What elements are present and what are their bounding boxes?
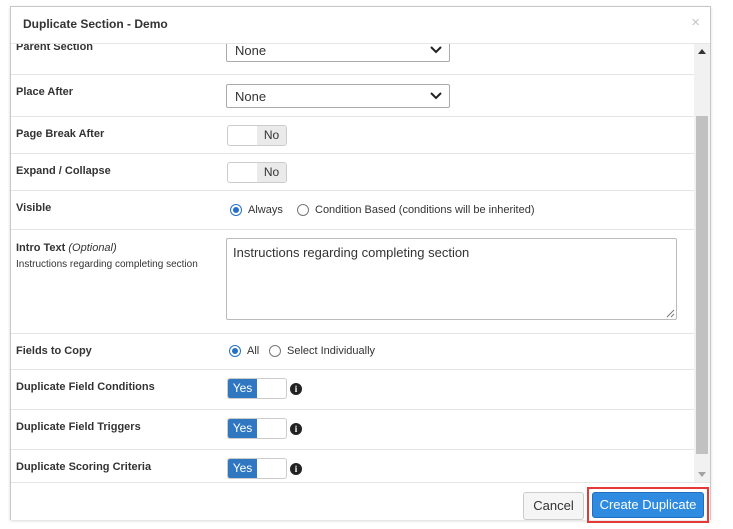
- parent-section-value: None: [235, 44, 267, 58]
- visible-label: Visible: [16, 202, 52, 214]
- toggle-state-label: Yes: [228, 419, 257, 438]
- dialog-body[interactable]: Parent Section None Place After None Pag…: [11, 44, 694, 482]
- place-after-select[interactable]: None: [226, 84, 450, 108]
- close-icon[interactable]: ×: [691, 14, 700, 31]
- intro-text-optional: (Optional): [68, 242, 117, 254]
- fields-to-copy-all-radio[interactable]: All: [229, 345, 259, 357]
- place-after-value: None: [235, 89, 267, 104]
- cancel-button[interactable]: Cancel: [523, 492, 584, 520]
- place-after-label: Place After: [16, 86, 74, 98]
- duplicate-section-dialog: Duplicate Section - Demo × Parent Sectio…: [10, 6, 711, 523]
- page-break-after-toggle[interactable]: No: [227, 125, 287, 146]
- fields-to-copy-row: Fields to Copy All Select Individually: [11, 334, 694, 370]
- dialog-footer: Cancel Create Duplicate: [11, 482, 710, 523]
- parent-section-label: Parent Section: [16, 44, 94, 53]
- visible-condition-based-label: Condition Based (conditions will be inhe…: [315, 204, 535, 216]
- info-icon[interactable]: i: [290, 463, 302, 475]
- fields-to-copy-all-label: All: [247, 345, 260, 357]
- place-after-row: Place After None: [11, 75, 694, 117]
- toggle-state-label: Yes: [228, 379, 257, 398]
- radio-checked-icon: [230, 204, 242, 216]
- intro-text-label-text: Intro Text: [16, 242, 66, 254]
- duplicate-scoring-criteria-toggle[interactable]: Yes: [227, 458, 287, 479]
- page-break-after-label: Page Break After: [16, 128, 105, 140]
- duplicate-field-triggers-toggle[interactable]: Yes: [227, 418, 287, 439]
- chevron-down-icon: [430, 46, 442, 54]
- expand-collapse-row: Expand / Collapse No: [11, 154, 694, 191]
- intro-text-row: Intro Text (Optional) Instructions regar…: [11, 230, 694, 334]
- scroll-down-arrow-icon[interactable]: [694, 466, 710, 482]
- duplicate-field-conditions-label: Duplicate Field Conditions: [16, 381, 155, 393]
- toggle-state-label: No: [257, 163, 286, 182]
- intro-text-textarea[interactable]: Instructions regarding completing sectio…: [226, 238, 677, 320]
- chevron-down-icon: [430, 92, 442, 100]
- duplicate-field-triggers-row: Duplicate Field Triggers Yes i: [11, 410, 694, 450]
- toggle-state-label: Yes: [228, 459, 257, 478]
- visible-row: Visible Always Condition Based (conditio…: [11, 191, 694, 230]
- page-break-after-row: Page Break After No: [11, 117, 694, 154]
- duplicate-scoring-criteria-label: Duplicate Scoring Criteria: [16, 461, 152, 473]
- visible-always-radio[interactable]: Always: [230, 204, 283, 216]
- info-icon[interactable]: i: [290, 423, 302, 435]
- fields-to-copy-label: Fields to Copy: [16, 345, 92, 357]
- scrollbar[interactable]: [694, 44, 710, 482]
- expand-collapse-toggle[interactable]: No: [227, 162, 287, 183]
- intro-text-label: Intro Text (Optional): [16, 242, 117, 254]
- radio-unchecked-icon: [297, 204, 309, 216]
- expand-collapse-label: Expand / Collapse: [16, 165, 111, 177]
- duplicate-field-conditions-toggle[interactable]: Yes: [227, 378, 287, 399]
- fields-to-copy-select-individually-label: Select Individually: [287, 345, 376, 357]
- parent-section-row: Parent Section None: [11, 44, 694, 75]
- dialog-title: Duplicate Section - Demo: [23, 17, 168, 31]
- dialog-header: Duplicate Section - Demo ×: [11, 7, 710, 44]
- duplicate-field-triggers-label: Duplicate Field Triggers: [16, 421, 141, 433]
- parent-section-select[interactable]: None: [226, 44, 450, 62]
- visible-condition-based-radio[interactable]: Condition Based (conditions will be inhe…: [297, 204, 535, 216]
- scroll-up-arrow-icon[interactable]: [694, 44, 710, 60]
- info-icon[interactable]: i: [290, 383, 302, 395]
- visible-always-label: Always: [248, 204, 283, 216]
- radio-unchecked-icon: [269, 345, 281, 357]
- intro-text-help: Instructions regarding completing sectio…: [16, 259, 198, 270]
- fields-to-copy-select-individually-radio[interactable]: Select Individually: [269, 345, 375, 357]
- create-duplicate-button[interactable]: Create Duplicate: [592, 492, 704, 518]
- create-duplicate-highlight: Create Duplicate: [587, 487, 709, 523]
- duplicate-scoring-criteria-row: Duplicate Scoring Criteria Yes i: [11, 450, 694, 482]
- resize-handle-icon[interactable]: [665, 308, 675, 318]
- scrollbar-thumb[interactable]: [696, 116, 708, 454]
- toggle-state-label: No: [257, 126, 286, 145]
- duplicate-field-conditions-row: Duplicate Field Conditions Yes i: [11, 370, 694, 410]
- radio-checked-icon: [229, 345, 241, 357]
- intro-text-value: Instructions regarding completing sectio…: [233, 245, 470, 260]
